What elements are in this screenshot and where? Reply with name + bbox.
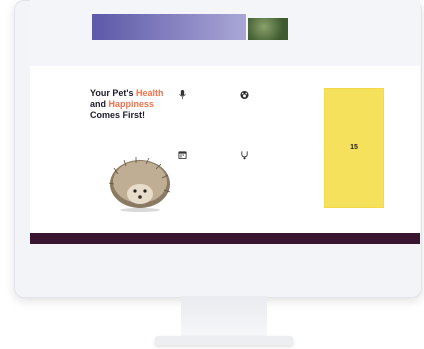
feature-card[interactable]	[178, 150, 230, 172]
feature-card[interactable]	[240, 150, 292, 172]
hero-heading: Your Pet's Health and Happiness Comes Fi…	[90, 88, 164, 120]
microphone-icon	[179, 90, 186, 100]
badge-number: 15	[350, 143, 358, 151]
promo-banner[interactable]	[92, 14, 246, 40]
monitor-stand-base	[155, 336, 293, 345]
calendar-icon	[178, 151, 187, 160]
feature-card[interactable]	[240, 90, 292, 112]
top-section	[30, 0, 420, 66]
stethoscope-icon	[241, 151, 248, 160]
hedgehog-image	[108, 157, 171, 212]
website-screen: Your Pet's Health and Happiness Comes Fi…	[30, 0, 420, 244]
experience-badge: 15	[324, 88, 384, 208]
paw-icon	[240, 90, 249, 100]
feature-card[interactable]	[178, 90, 230, 112]
article-thumbnail[interactable]	[248, 18, 288, 40]
footer-bar	[30, 233, 420, 244]
monitor-stand-neck	[181, 296, 267, 340]
